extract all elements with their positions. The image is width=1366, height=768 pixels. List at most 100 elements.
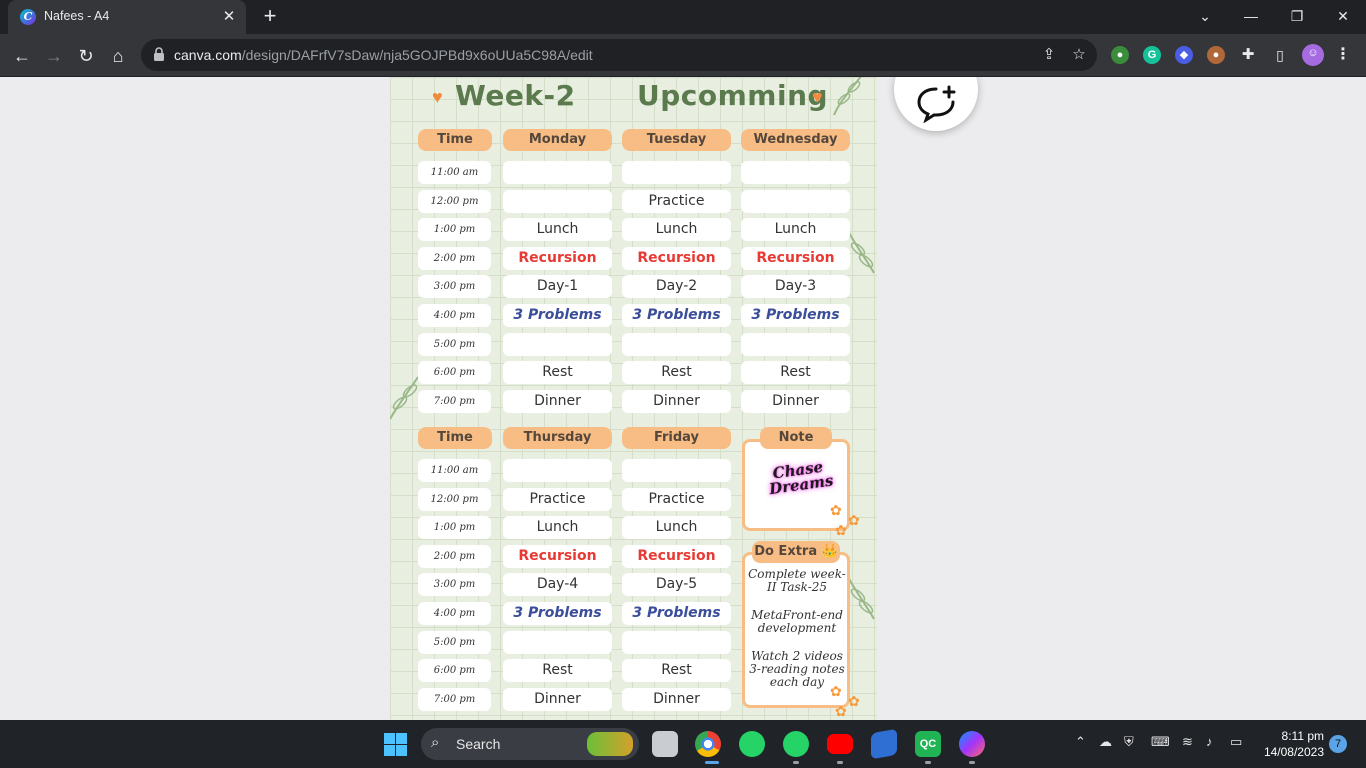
bookmark-star-icon[interactable]: ☆: [1069, 45, 1089, 65]
profile-avatar[interactable]: ☺: [1302, 44, 1324, 66]
grammarly-icon[interactable]: G: [1143, 46, 1161, 64]
restore-button[interactable]: ❐: [1274, 0, 1320, 32]
windows-start-icon[interactable]: [384, 733, 407, 756]
tab-strip: C Nafees - A4 ✕ + ⌄ — ❐ ✕: [0, 0, 1366, 34]
schedule-cell[interactable]: Dinner: [503, 390, 612, 413]
schedule-cell[interactable]: Recursion: [503, 247, 612, 270]
tray-overflow-icon[interactable]: ⌃: [1075, 734, 1086, 750]
time-cell: 1:00 pm: [418, 218, 491, 241]
new-tab-button[interactable]: +: [258, 5, 282, 29]
battery-icon[interactable]: ▭: [1230, 734, 1242, 750]
security-warning-icon[interactable]: ⛨: [1124, 734, 1134, 750]
chrome-icon[interactable]: [695, 731, 721, 757]
tab-search-icon[interactable]: ⌄: [1182, 0, 1228, 32]
schedule-cell[interactable]: Dinner: [622, 390, 731, 413]
schedule-cell[interactable]: Day-2: [622, 275, 731, 298]
schedule-cell[interactable]: Practice: [622, 190, 731, 213]
schedule-cell[interactable]: Lunch: [503, 516, 612, 539]
wifi-icon[interactable]: ≋: [1182, 734, 1193, 750]
extensions-puzzle-icon[interactable]: ✚: [1239, 46, 1257, 64]
running-indicator: [793, 761, 799, 764]
schedule-cell[interactable]: Recursion: [741, 247, 850, 270]
schedule-cell[interactable]: [503, 190, 612, 213]
whatsapp-icon[interactable]: [783, 731, 809, 757]
minimize-button[interactable]: —: [1228, 0, 1274, 32]
browser-tab-active[interactable]: C Nafees - A4 ✕: [8, 0, 246, 34]
schedule-cell[interactable]: [741, 333, 850, 356]
schedule-cell[interactable]: Lunch: [503, 218, 612, 241]
day-header-friday: Friday: [622, 427, 731, 449]
share-icon[interactable]: ⇪: [1039, 45, 1059, 65]
schedule-cell[interactable]: Dinner: [741, 390, 850, 413]
schedule-cell[interactable]: [741, 190, 850, 213]
schedule-cell[interactable]: Day-3: [741, 275, 850, 298]
taskbar-search[interactable]: ⌕ Search: [421, 728, 639, 760]
schedule-cell[interactable]: [741, 161, 850, 184]
schedule-cell[interactable]: Day-5: [622, 573, 731, 596]
address-bar[interactable]: canva.com/design/DAFrfV7sDaw/nja5GOJPBd9…: [141, 39, 1097, 71]
design-page[interactable]: ♥ Week-2 Upcomming ♥ Time Monday Tuesday We…: [390, 77, 877, 720]
schedule-cell[interactable]: Practice: [503, 488, 612, 511]
forward-button[interactable]: →: [40, 42, 68, 70]
schedule-cell[interactable]: 3 Problems: [622, 602, 731, 625]
schedule-cell[interactable]: [622, 161, 731, 184]
schedule-cell[interactable]: [622, 333, 731, 356]
schedule-cell[interactable]: Rest: [503, 659, 612, 682]
extension-1-icon[interactable]: ●: [1111, 46, 1129, 64]
schedule-cell[interactable]: Dinner: [622, 688, 731, 711]
schedule-cell[interactable]: Rest: [741, 361, 850, 384]
url-text[interactable]: canva.com/design/DAFrfV7sDaw/nja5GOJPBd9…: [174, 47, 593, 63]
cookie-extension-icon[interactable]: ●: [1207, 46, 1225, 64]
flower-icon: ✿: [830, 683, 842, 699]
qc-app-icon[interactable]: QC: [915, 731, 941, 757]
schedule-cell[interactable]: Lunch: [622, 218, 731, 241]
volume-icon[interactable]: ♪: [1206, 734, 1213, 749]
system-clock[interactable]: 8:11 pm 14/08/2023: [1258, 728, 1324, 760]
schedule-cell[interactable]: Rest: [622, 659, 731, 682]
schedule-cell[interactable]: Recursion: [503, 545, 612, 568]
schedule-cell[interactable]: 3 Problems: [741, 304, 850, 327]
extra-item: Complete week-II Task-25: [748, 567, 846, 594]
menu-kebab-icon[interactable]: ⋮: [1334, 46, 1352, 64]
home-button[interactable]: ⌂: [104, 42, 132, 70]
whatsapp-icon[interactable]: [739, 731, 765, 757]
keyboard-icon[interactable]: ⌨: [1151, 734, 1170, 750]
time-cell: 12:00 pm: [418, 488, 491, 511]
back-button[interactable]: ←: [8, 42, 36, 70]
side-panel-icon[interactable]: ▯: [1271, 46, 1289, 64]
extra-item: MetaFront-end development: [751, 608, 843, 635]
task-view-icon[interactable]: [652, 731, 678, 757]
schedule-cell[interactable]: Lunch: [622, 516, 731, 539]
onedrive-icon[interactable]: ☁: [1099, 734, 1112, 750]
schedule-cell[interactable]: [503, 161, 612, 184]
notification-badge[interactable]: 7: [1329, 735, 1347, 753]
graduation-app-icon[interactable]: [871, 728, 897, 760]
close-window-button[interactable]: ✕: [1320, 0, 1366, 32]
schedule-cell[interactable]: Day-1: [503, 275, 612, 298]
schedule-cell[interactable]: Rest: [503, 361, 612, 384]
search-highlight-image: [587, 732, 633, 756]
messenger-icon[interactable]: [959, 731, 985, 757]
schedule-cell[interactable]: Lunch: [741, 218, 850, 241]
tab-close-icon[interactable]: ✕: [220, 8, 238, 26]
schedule-cell[interactable]: Practice: [622, 488, 731, 511]
schedule-cell[interactable]: Dinner: [503, 688, 612, 711]
time-cell: 3:00 pm: [418, 573, 491, 596]
schedule-cell[interactable]: 3 Problems: [503, 304, 612, 327]
comment-button[interactable]: [894, 77, 978, 131]
reload-button[interactable]: ↻: [72, 42, 100, 70]
schedule-cell[interactable]: [503, 631, 612, 654]
schedule-cell[interactable]: [503, 459, 612, 482]
schedule-cell[interactable]: 3 Problems: [503, 602, 612, 625]
time-header: Time: [418, 129, 492, 151]
schedule-cell[interactable]: Recursion: [622, 545, 731, 568]
shield-extension-icon[interactable]: ◆: [1175, 46, 1193, 64]
youtube-icon[interactable]: [827, 734, 853, 754]
schedule-cell[interactable]: 3 Problems: [622, 304, 731, 327]
schedule-cell[interactable]: [503, 333, 612, 356]
schedule-cell[interactable]: Recursion: [622, 247, 731, 270]
schedule-cell[interactable]: Rest: [622, 361, 731, 384]
schedule-cell[interactable]: [622, 631, 731, 654]
schedule-cell[interactable]: [622, 459, 731, 482]
schedule-cell[interactable]: Day-4: [503, 573, 612, 596]
